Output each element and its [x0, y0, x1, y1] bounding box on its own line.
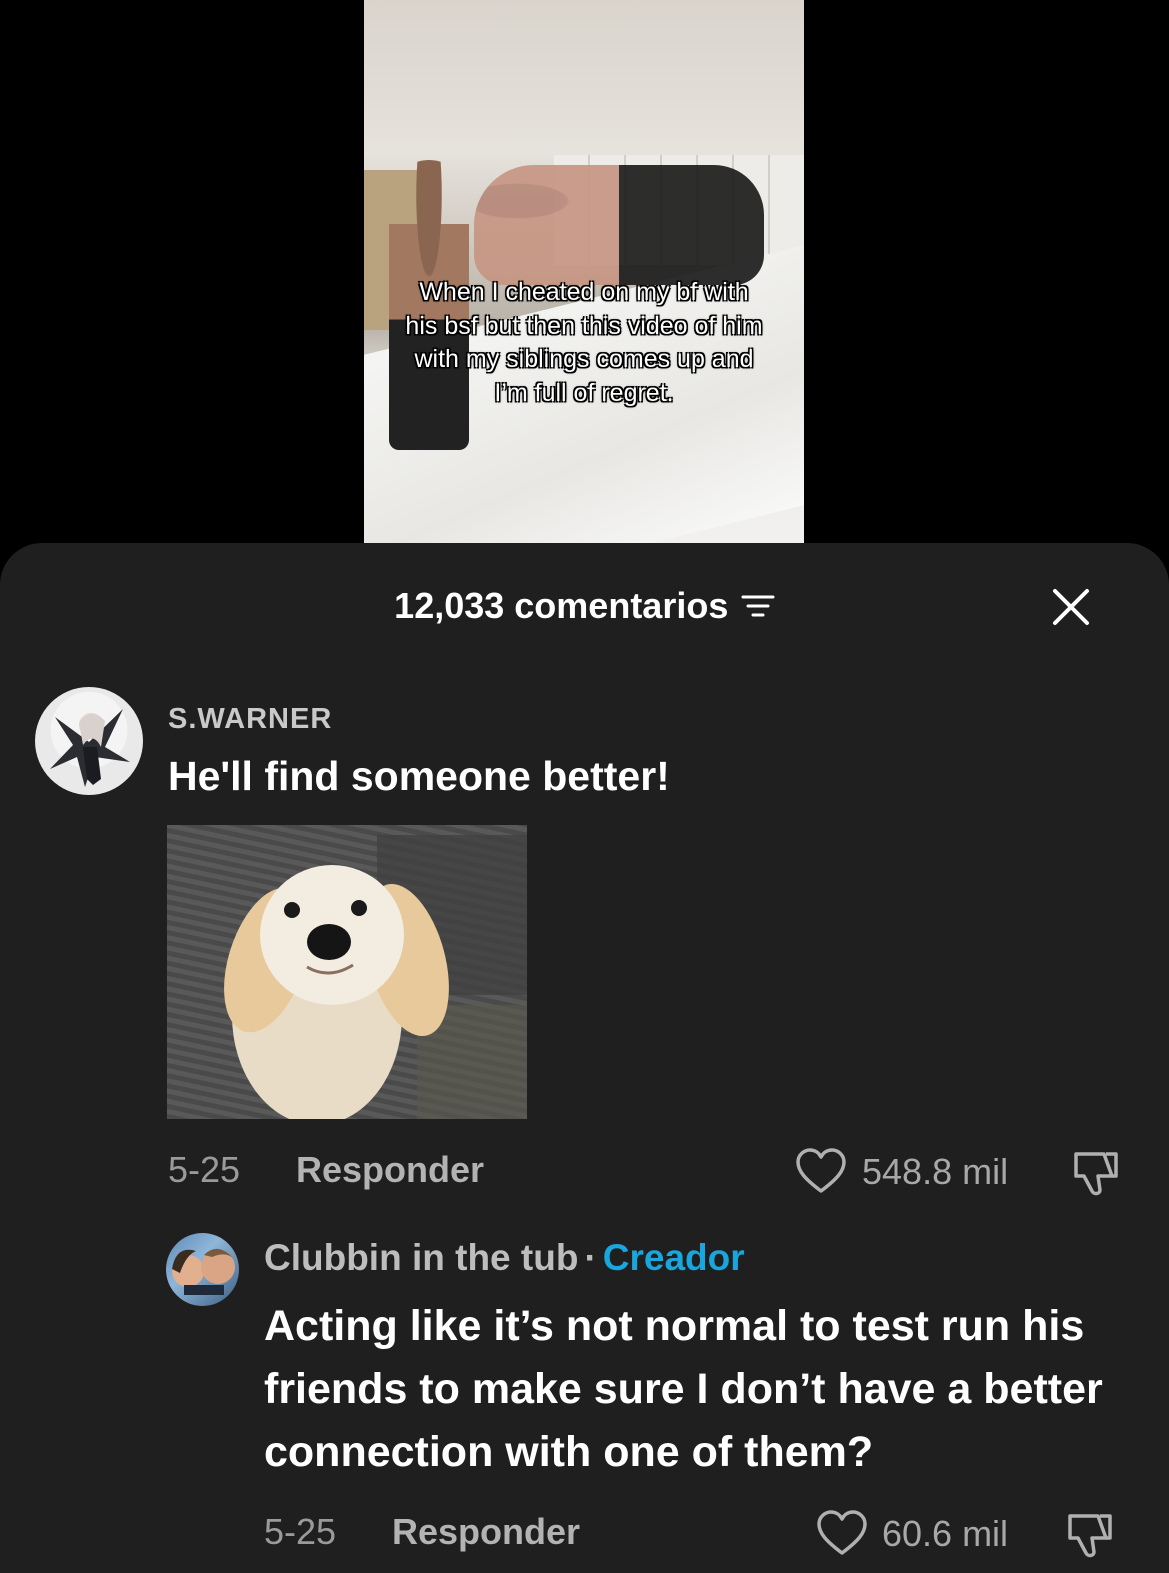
comments-sheet: 12,033 comentarios S.WARNER He'll find s… [0, 543, 1169, 1573]
avatar[interactable] [35, 687, 143, 795]
close-icon[interactable] [1051, 587, 1091, 627]
comment-date: 5-25 [168, 1149, 241, 1190]
comment-username[interactable]: Clubbin in the tub [264, 1237, 578, 1278]
comment-date: 5-25 [264, 1511, 337, 1552]
comment-count: 12,033 comentarios [394, 585, 729, 626]
heart-icon[interactable] [816, 1509, 868, 1557]
dog-photo-icon [224, 835, 527, 1119]
comments-header: 12,033 comentarios [0, 583, 1169, 628]
video-man [474, 165, 764, 285]
comment-username[interactable]: S.WARNER [168, 703, 332, 736]
filter-icon[interactable] [741, 591, 775, 621]
creator-badge: Creador [602, 1237, 745, 1278]
comment-text: He'll find someone better! [168, 753, 670, 799]
comment-image[interactable] [167, 825, 527, 1119]
creator-avatar[interactable] [166, 1233, 239, 1306]
video-area[interactable]: When I cheated on my bf with his bsf but… [0, 0, 1169, 560]
heart-icon[interactable] [795, 1147, 847, 1195]
comment-header: Clubbin in the tub · Creador [264, 1237, 745, 1279]
reply-button[interactable]: Responder [296, 1149, 484, 1191]
reply-button[interactable]: Responder [392, 1511, 580, 1553]
video-caption: When I cheated on my bf with his bsf but… [405, 278, 763, 407]
selfie-avatar-icon [172, 1248, 235, 1295]
like-count: 548.8 mil [862, 1151, 1009, 1192]
anime-avatar-icon [50, 709, 130, 787]
thumbs-down-icon[interactable] [1062, 1508, 1118, 1560]
comment-text: Acting like it’s not normal to test run … [264, 1302, 1103, 1476]
video-player[interactable]: When I cheated on my bf with his bsf but… [364, 0, 804, 543]
thumbs-down-icon[interactable] [1068, 1146, 1124, 1198]
separator-dot: · [584, 1237, 597, 1278]
like-count: 60.6 mil [882, 1513, 1009, 1554]
